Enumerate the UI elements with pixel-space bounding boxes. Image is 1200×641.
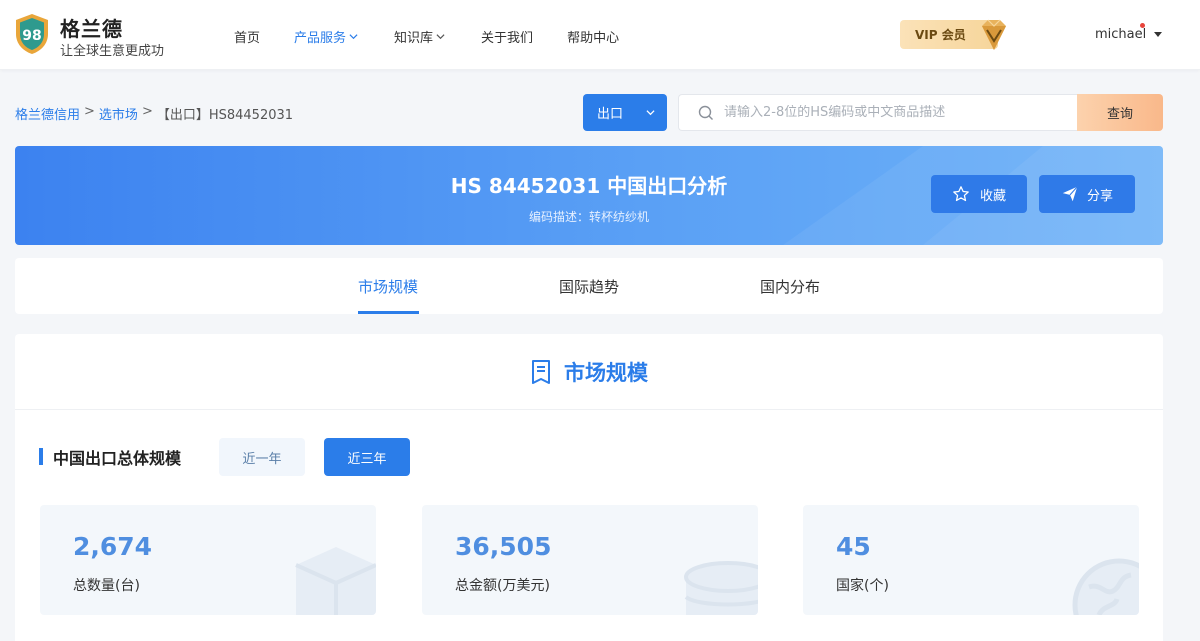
- stat-value: 2,674: [73, 532, 153, 561]
- main-nav: 首页 产品服务 知识库 关于我们 帮助中心: [234, 26, 619, 46]
- username: michael: [1095, 27, 1147, 42]
- share-label: 分享: [1086, 188, 1113, 204]
- stat-value: 36,505: [455, 532, 552, 561]
- nav-knowledge-label: 知识库: [394, 30, 434, 46]
- chevron-down-icon: [349, 33, 358, 39]
- breadcrumb-home[interactable]: 格兰德信用: [15, 104, 80, 123]
- stat-card-countries: 45 国家(个): [803, 505, 1139, 615]
- nav-products-label: 产品服务: [294, 30, 347, 46]
- svg-text:98: 98: [22, 28, 41, 44]
- chevron-down-icon: [646, 110, 655, 116]
- nav-help-label: 帮助中心: [567, 30, 620, 46]
- nav-help[interactable]: 帮助中心: [567, 26, 619, 46]
- stat-value: 45: [836, 532, 871, 561]
- tab-domestic-distribution[interactable]: 国内分布: [760, 276, 820, 297]
- top-header: 98 格兰德 让全球生意更成功 首页 产品服务 知识库 关于我们 帮助中心 VI…: [0, 0, 1200, 70]
- share-button[interactable]: 分享: [1039, 175, 1135, 213]
- nav-products[interactable]: 产品服务: [294, 26, 358, 46]
- section-header: 市场规模: [15, 334, 1163, 410]
- stat-label: 总数量(台): [73, 578, 140, 594]
- vip-badge[interactable]: VIP 会员: [900, 19, 1014, 50]
- globe-icon: [1072, 558, 1139, 615]
- chevron-down-icon: [436, 33, 445, 39]
- tab-market-size[interactable]: 市场规模: [358, 276, 418, 297]
- hero-banner: HS 84452031 中国出口分析 编码描述：转杯纺纱机 收藏 分享: [15, 146, 1163, 245]
- code-description-value: 转杯纺纱机: [589, 210, 650, 224]
- nav-knowledge[interactable]: 知识库: [394, 26, 445, 46]
- notification-dot: [1140, 23, 1145, 28]
- document-icon: [532, 360, 550, 384]
- stat-label: 国家(个): [836, 578, 889, 594]
- user-menu[interactable]: michael: [1095, 23, 1163, 42]
- nav-home-label: 首页: [234, 30, 261, 46]
- breadcrumb-separator: >: [84, 104, 95, 119]
- caret-down-icon: [1154, 32, 1163, 37]
- subtitle: 中国出口总体规模: [53, 449, 182, 468]
- coins-icon: [684, 561, 758, 615]
- breadcrumb: 格兰德信用 > 选市场 > 【出口】HS84452031: [15, 104, 293, 123]
- search-icon: [698, 105, 713, 120]
- period-3-years-button[interactable]: 近三年: [324, 438, 410, 476]
- stat-card-quantity: 2,674 总数量(台): [40, 505, 376, 615]
- stat-card-amount: 36,505 总金额(万美元): [422, 505, 758, 615]
- stat-label: 总金额(万美元): [455, 578, 550, 594]
- brand-slogan: 让全球生意更成功: [60, 44, 165, 59]
- trade-type-value: 出口: [597, 107, 624, 122]
- favorite-button[interactable]: 收藏: [931, 175, 1027, 213]
- code-description-label: 编码描述：: [528, 210, 589, 224]
- breadcrumb-separator: >: [141, 104, 153, 119]
- search-box: [678, 94, 1077, 131]
- period-1-year-button[interactable]: 近一年: [219, 438, 305, 476]
- paper-plane-icon: [1062, 186, 1078, 202]
- search-button[interactable]: 查询: [1077, 94, 1163, 131]
- vip-label: VIP 会员: [915, 28, 966, 42]
- brand-name[interactable]: 格兰德: [60, 13, 123, 42]
- diamond-crown-icon: [982, 19, 1006, 50]
- logo-shield-icon[interactable]: 98: [14, 12, 50, 56]
- market-size-panel: 市场规模 中国出口总体规模 近一年 近三年 2,674 总数量(台) 36,50…: [15, 334, 1163, 641]
- box-icon: [295, 547, 376, 615]
- trade-type-select[interactable]: 出口: [583, 94, 667, 131]
- nav-about[interactable]: 关于我们: [481, 26, 533, 46]
- subtitle-accent-bar: [39, 448, 43, 465]
- breadcrumb-market[interactable]: 选市场: [99, 104, 138, 123]
- favorite-label: 收藏: [979, 188, 1006, 204]
- nav-home[interactable]: 首页: [234, 26, 260, 46]
- analysis-tabs: 市场规模 国际趋势 国内分布: [15, 258, 1163, 314]
- search-input[interactable]: [724, 105, 1064, 120]
- tab-international-trend[interactable]: 国际趋势: [559, 276, 619, 297]
- breadcrumb-current: 【出口】HS84452031: [156, 108, 294, 123]
- star-icon: [953, 186, 969, 202]
- section-title: 市场规模: [564, 361, 648, 385]
- nav-about-label: 关于我们: [481, 30, 534, 46]
- active-tab-indicator: [358, 311, 419, 314]
